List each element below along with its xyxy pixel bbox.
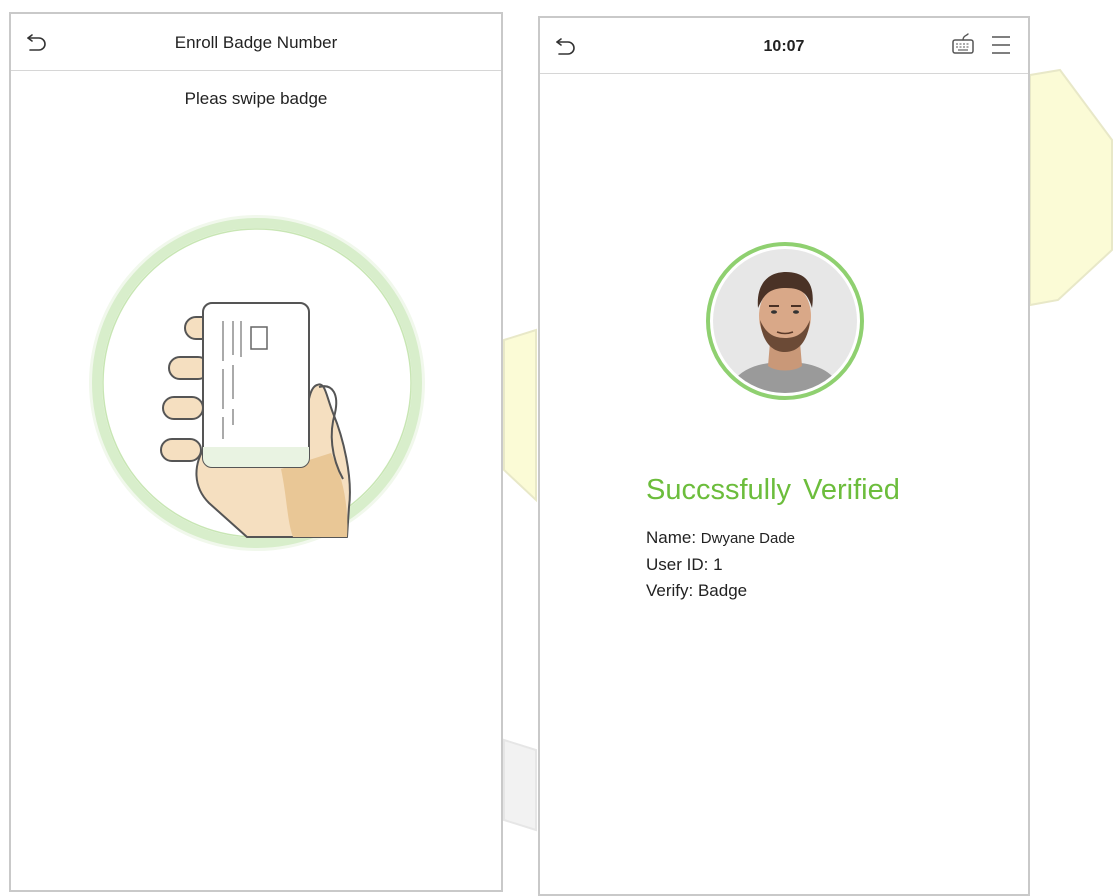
hamburger-menu-icon[interactable] bbox=[990, 34, 1012, 56]
name-value: Dwyane Dade bbox=[700, 530, 796, 547]
verify-label: Verify: bbox=[646, 581, 698, 600]
verification-result-screen: 10:07 Succssfully Verified Name: Dwyane … bbox=[538, 16, 1030, 896]
user-name-row: Name: Dwyane Dade bbox=[646, 528, 795, 548]
instruction-text: Pleas swipe badge bbox=[184, 89, 328, 108]
user-face-photo bbox=[706, 242, 864, 400]
hand-holding-card-icon bbox=[89, 215, 425, 551]
page-title: Enroll Badge Number bbox=[174, 33, 338, 52]
user-id-value: 1 bbox=[713, 555, 723, 574]
enroll-badge-screen: Enroll Badge Number Pleas swipe badge bbox=[9, 12, 503, 892]
keyboard-icon[interactable] bbox=[950, 31, 976, 57]
header-bar: 10:07 bbox=[540, 18, 1028, 74]
verify-value: Badge bbox=[697, 581, 748, 600]
header-bar: Enroll Badge Number bbox=[11, 14, 501, 71]
verify-method-row: Verify: Badge bbox=[646, 581, 747, 601]
verification-status: Succssfully Verified bbox=[646, 474, 900, 506]
user-id-row: User ID: 1 bbox=[646, 555, 723, 575]
user-id-label: User ID: bbox=[646, 555, 714, 574]
name-label: Name: bbox=[646, 528, 701, 547]
